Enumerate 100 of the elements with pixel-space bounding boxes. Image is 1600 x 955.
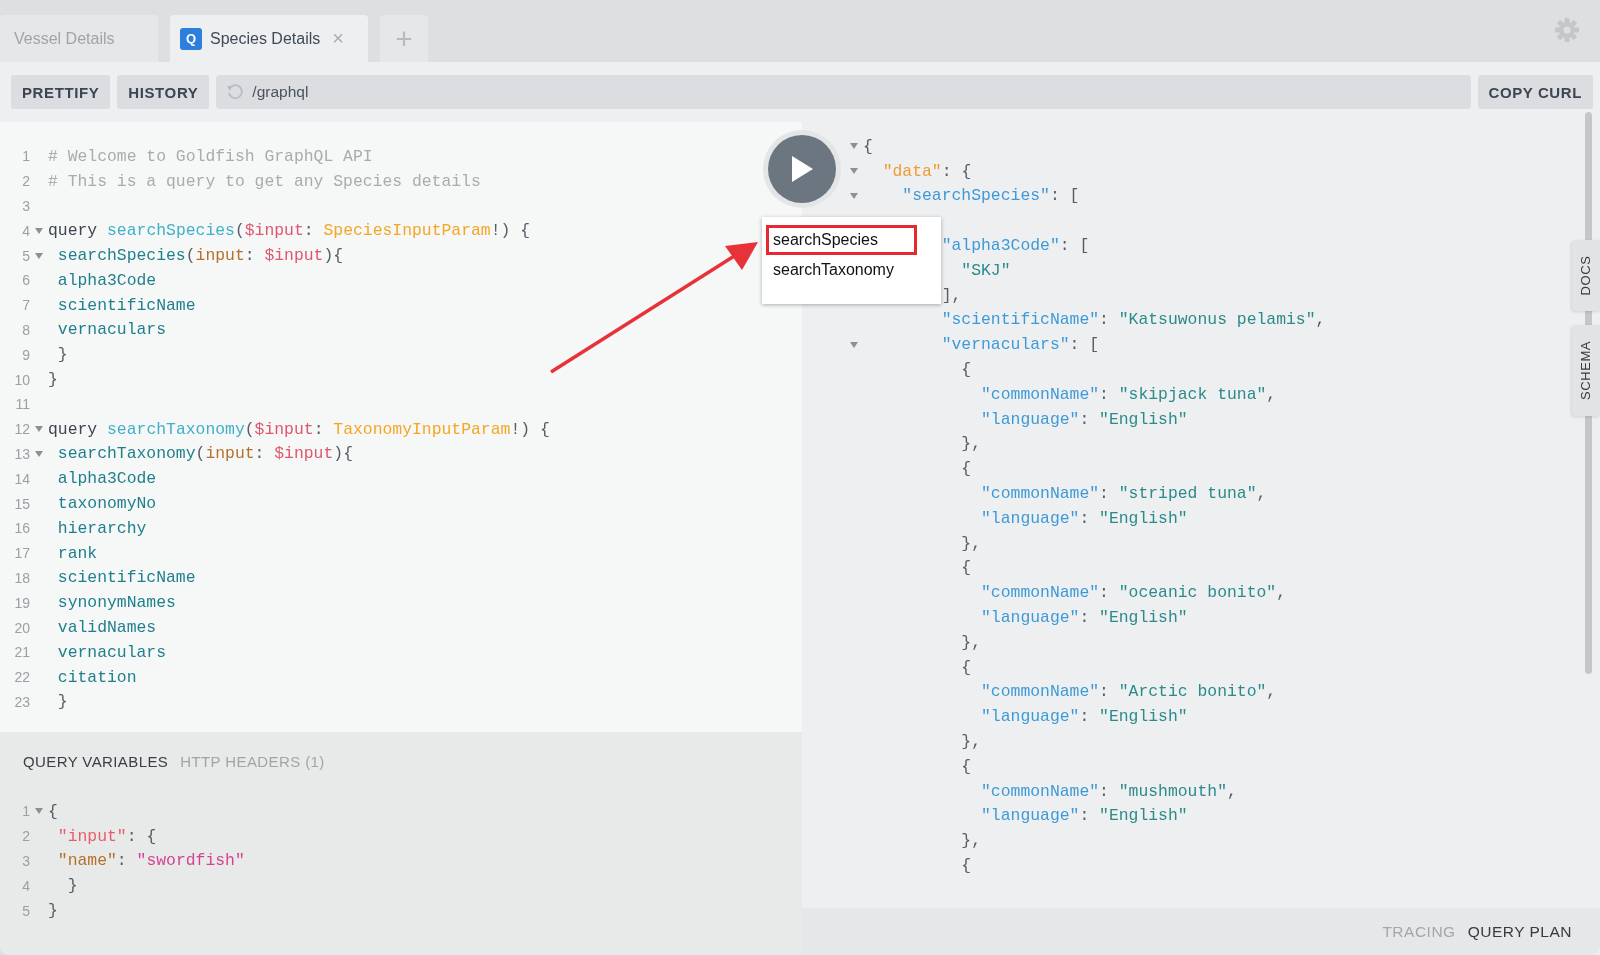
fold-arrow-icon[interactable] [850, 143, 858, 150]
code-line: { [960, 856, 972, 875]
code-line: "commonName": "Arctic bonito", [980, 682, 1277, 702]
code-line: { [48, 801, 58, 821]
code-line: { [960, 657, 972, 677]
code-line: "language": "English" [980, 409, 1188, 429]
line-number: 4 [21, 222, 30, 239]
tab-label: Vessel Details [14, 29, 115, 48]
line-number: 2 [21, 828, 30, 845]
code-line: "language": "English" [980, 508, 1188, 528]
code-line: } [56, 345, 68, 365]
line-number: 5 [21, 247, 30, 264]
code-line: searchSpecies(input: $input){ [56, 246, 344, 266]
fold-arrow-icon[interactable] [35, 426, 43, 433]
code-line: }, [960, 533, 982, 553]
code-line: { [960, 360, 972, 380]
code-line: # Welcome to Goldfish GraphQL API [48, 146, 373, 166]
line-number: 13 [13, 445, 30, 462]
fold-arrow-icon[interactable] [850, 341, 858, 348]
panel-tab[interactable]: QUERY VARIABLES [23, 752, 169, 770]
line-number: 11 [14, 396, 30, 413]
side-tab[interactable]: DOCS [1572, 240, 1600, 311]
fold-arrow-icon[interactable] [35, 227, 43, 234]
line-number: 23 [13, 693, 30, 710]
code-line: query searchSpecies($input: SpeciesInputParam!) { [48, 221, 531, 241]
fold-arrow-icon[interactable] [850, 168, 858, 175]
side-tab[interactable]: SCHEMA [1572, 325, 1600, 416]
code-line: { [960, 756, 972, 776]
url-field[interactable]: /graphql [216, 75, 1471, 109]
line-number: 3 [21, 853, 30, 869]
line-number: 22 [13, 669, 30, 686]
code-line: "data": { [881, 161, 972, 181]
code-line: { [960, 558, 972, 578]
line-number: 16 [13, 520, 30, 537]
code-line: "language": "English" [980, 707, 1188, 727]
tab[interactable]: Q Species Details × [170, 15, 368, 62]
code-line: citation [56, 667, 137, 687]
menu-item[interactable]: searchTaxonomy [766, 255, 917, 285]
query-badge: Q [180, 27, 202, 50]
line-number: 17 [13, 545, 30, 562]
code-line: vernaculars [56, 642, 167, 662]
code-line: hierarchy [56, 518, 147, 538]
line-number: 9 [21, 346, 30, 363]
copy-curl-button[interactable]: COPY CURL [1477, 75, 1593, 109]
line-number: 2 [21, 173, 30, 190]
line-number: 14 [13, 470, 30, 487]
code-line: scientificName [56, 295, 196, 315]
code-line: "language": "English" [980, 806, 1188, 826]
code-line: scientificName [56, 568, 196, 588]
code-line: "commonName": "mushmouth", [980, 781, 1237, 801]
toolbar-button[interactable]: PRETTIFY [11, 75, 111, 109]
code-line: "vernaculars": [ [940, 335, 1100, 355]
code-line: alpha3Code [56, 469, 157, 489]
line-number: 15 [13, 495, 30, 512]
play-icon [790, 155, 814, 183]
code-line: ], [940, 285, 962, 305]
line-number: 21 [13, 644, 30, 661]
line-number: 6 [21, 272, 30, 289]
code-line: "input": { [56, 826, 157, 846]
code-line: alpha3Code [56, 270, 157, 290]
line-number: 3 [21, 198, 30, 214]
code-line: "commonName": "oceanic bonito", [980, 583, 1286, 603]
code-line: "commonName": "skipjack tuna", [980, 384, 1277, 404]
code-line: { [960, 459, 972, 479]
code-line: rank [56, 543, 98, 563]
menu-item[interactable]: searchSpecies [766, 225, 917, 255]
line-number: 7 [21, 297, 30, 314]
code-line: taxonomyNo [56, 494, 157, 514]
toolbar-button[interactable]: HISTORY [117, 75, 210, 109]
line-number: 5 [21, 902, 30, 919]
code-line: } [48, 370, 58, 390]
fold-arrow-icon[interactable] [35, 450, 43, 457]
code-line: } [48, 901, 58, 921]
code-line: "searchSpecies": [ [901, 186, 1080, 206]
line-number: 4 [21, 877, 30, 894]
code-line: searchTaxonomy(input: $input){ [56, 444, 353, 464]
code-line: # This is a query to get any Species details [48, 171, 481, 191]
line-number: 19 [13, 594, 30, 611]
line-number: 12 [13, 421, 30, 438]
fold-arrow-icon[interactable] [35, 808, 43, 815]
fold-arrow-icon[interactable] [35, 252, 43, 259]
code-line: } [56, 692, 68, 712]
line-number: 18 [13, 569, 30, 586]
line-number: 10 [13, 371, 30, 388]
line-number: 1 [21, 803, 30, 820]
code-line: }, [960, 831, 982, 851]
code-line: validNames [56, 618, 157, 638]
code-line: vernaculars [56, 320, 167, 340]
footer-tab[interactable]: QUERY PLAN [1467, 922, 1572, 941]
code-line: "name": "swordfish" [56, 851, 245, 871]
reload-icon[interactable] [226, 83, 245, 101]
code-line: "scientificName": "Katsuwonus pelamis", [940, 310, 1326, 330]
line-number: 1 [21, 148, 30, 165]
code-line: }, [960, 632, 982, 652]
tab-label: Species Details [210, 29, 321, 48]
code-line: }, [960, 434, 982, 454]
code-line: } [66, 876, 78, 896]
line-number: 8 [21, 321, 30, 338]
code-line: "commonName": "striped tuna", [980, 484, 1267, 504]
fold-arrow-icon[interactable] [850, 193, 858, 199]
